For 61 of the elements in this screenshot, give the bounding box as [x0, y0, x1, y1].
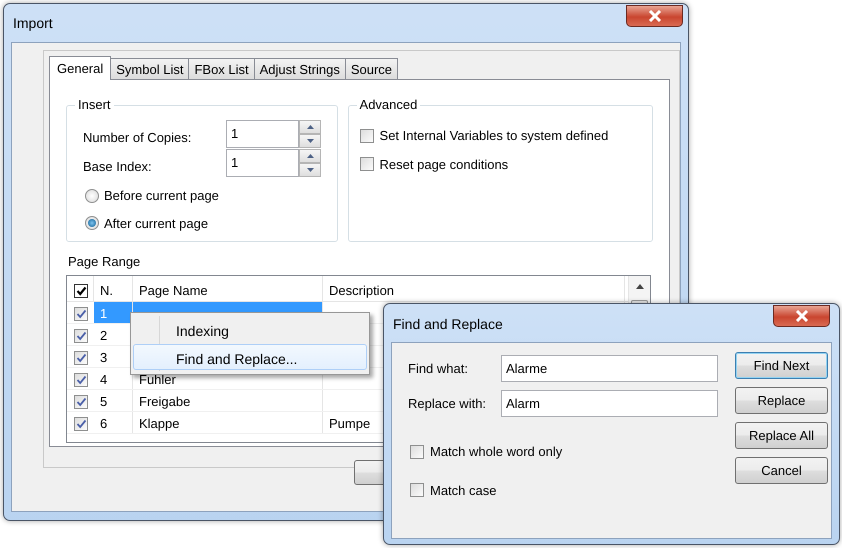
- field-label: Number of Copies:: [83, 129, 192, 148]
- dialog-button[interactable]: Cancel: [735, 457, 828, 484]
- option-label: Before current page: [104, 187, 219, 205]
- table-cell: 6: [94, 412, 133, 433]
- radio-button[interactable]: [85, 216, 99, 230]
- tab[interactable]: Adjust Strings: [254, 58, 346, 79]
- menu-item[interactable]: Indexing: [133, 316, 367, 342]
- table-cell: 5: [94, 390, 133, 411]
- field-label: Base Index:: [83, 158, 153, 176]
- tab[interactable]: General: [49, 56, 112, 80]
- down-arrow-icon: [306, 168, 314, 172]
- spin-field[interactable]: 1: [226, 149, 299, 177]
- tab[interactable]: FBox List: [188, 58, 255, 79]
- input-field[interactable]: Alarme: [501, 355, 718, 382]
- checkbox[interactable]: [74, 328, 88, 343]
- checkbox[interactable]: [74, 416, 88, 431]
- input-field[interactable]: Alarm: [501, 390, 718, 417]
- dialog-button[interactable]: Replace All: [735, 422, 828, 449]
- scroll-up-icon: [636, 284, 644, 290]
- spin-down-button[interactable]: [299, 134, 321, 148]
- window-title: Import: [12, 14, 53, 33]
- spin-down-button[interactable]: [299, 163, 321, 177]
- close-icon: [648, 10, 662, 22]
- window-title: Find and Replace: [392, 315, 503, 334]
- table-cell: Klappe: [133, 412, 323, 433]
- field-label: Replace with:: [408, 394, 488, 413]
- column-header[interactable]: N.: [94, 276, 133, 301]
- table-cell: Freigabe: [133, 390, 323, 411]
- up-arrow-icon: [306, 154, 314, 158]
- spin-up-button[interactable]: [299, 120, 321, 134]
- menu-item[interactable]: Find and Replace...: [133, 344, 367, 370]
- up-arrow-icon: [306, 125, 314, 129]
- field-label: Find what:: [408, 360, 469, 378]
- tab[interactable]: Source: [344, 58, 398, 79]
- dialog-button[interactable]: Find Next: [735, 352, 828, 379]
- option-label: After current page: [104, 214, 208, 233]
- checkbox[interactable]: [360, 128, 374, 143]
- checkbox[interactable]: [410, 483, 424, 498]
- option-label: Match whole word only: [430, 443, 562, 461]
- checkbox[interactable]: [410, 444, 424, 459]
- option-label: Set Internal Variables to system defined: [380, 127, 608, 145]
- section-title: Page Range: [68, 253, 140, 271]
- checkbox[interactable]: [74, 350, 88, 365]
- radio-button[interactable]: [85, 188, 99, 203]
- close-button[interactable]: [773, 305, 830, 327]
- spin-up-button[interactable]: [299, 149, 321, 163]
- column-header[interactable]: Page Name: [133, 276, 323, 301]
- checkbox[interactable]: [74, 372, 88, 387]
- checkbox[interactable]: [74, 284, 88, 298]
- close-button[interactable]: [626, 5, 683, 27]
- dialog-button[interactable]: Replace: [735, 387, 828, 414]
- checkbox[interactable]: [74, 394, 88, 409]
- column-header[interactable]: Description: [323, 276, 625, 301]
- spin-field[interactable]: 1: [226, 120, 299, 148]
- option-label: Match case: [430, 482, 496, 500]
- checkbox[interactable]: [74, 306, 88, 321]
- option-label: Reset page conditions: [380, 156, 508, 174]
- checkbox[interactable]: [360, 157, 374, 172]
- tab[interactable]: Symbol List: [110, 58, 190, 79]
- close-icon: [794, 310, 808, 322]
- down-arrow-icon: [306, 139, 314, 143]
